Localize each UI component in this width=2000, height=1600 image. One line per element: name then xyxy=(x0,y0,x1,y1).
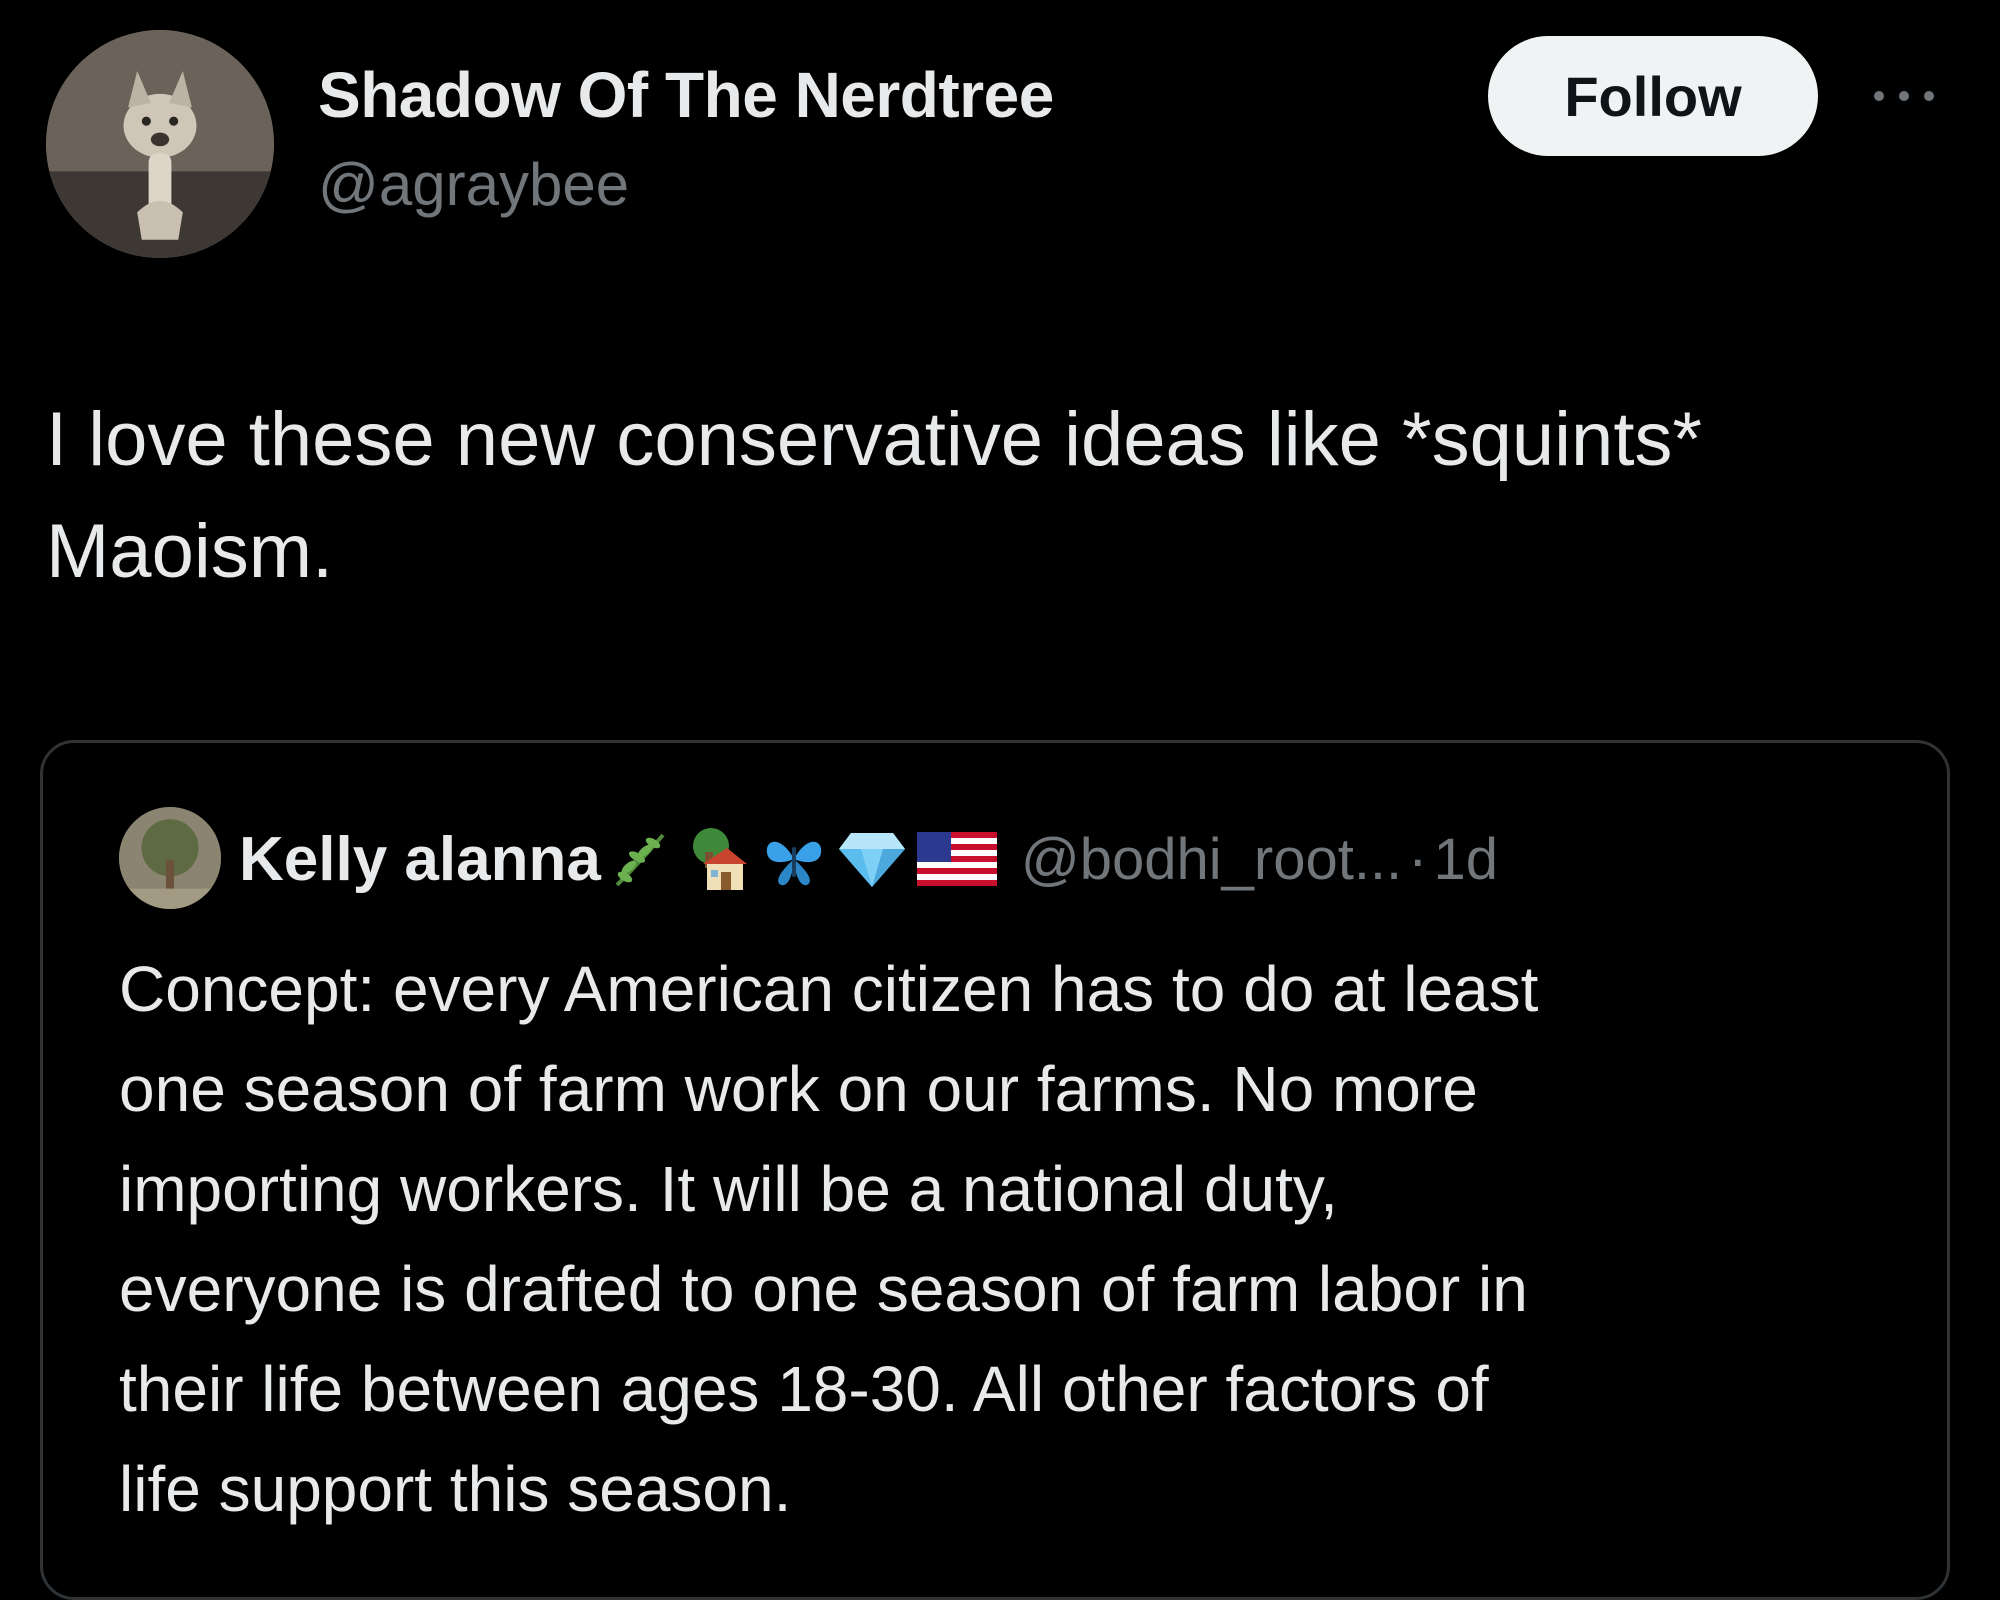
quoted-timestamp[interactable]: 1d xyxy=(1434,826,1499,893)
more-options-button[interactable] xyxy=(1864,66,1944,126)
post-text-line: I love these new conservative ideas like… xyxy=(46,397,1703,482)
quoted-avatar-icon xyxy=(119,807,221,909)
quoted-text-line: life support this season. xyxy=(119,1453,792,1525)
quoted-author-handle[interactable]: @bodhi_root... xyxy=(1021,826,1402,893)
more-dots-icon xyxy=(1874,91,1934,101)
butterfly-icon xyxy=(766,841,821,886)
author-display-name[interactable]: Shadow Of The Nerdtree xyxy=(318,58,1054,132)
quoted-author-emojis xyxy=(607,824,997,894)
us-flag-icon xyxy=(916,832,997,886)
quoted-author-display-name[interactable]: Kelly alanna xyxy=(239,824,601,895)
quoted-text-line: their life between ages 18-30. All other… xyxy=(119,1353,1489,1425)
author-avatar[interactable] xyxy=(46,30,274,258)
fox-avatar-icon xyxy=(46,30,274,258)
quoted-post-card[interactable]: Kelly alanna @bodhi_root... · 1d Concept… xyxy=(40,740,1950,1600)
house-icon xyxy=(692,828,747,890)
quoted-separator: · xyxy=(1408,826,1428,892)
quoted-text-line: importing workers. It will be a national… xyxy=(119,1153,1338,1225)
herb-icon xyxy=(615,833,665,887)
post-text-line: Maoism. xyxy=(46,509,334,594)
quoted-post-text: Concept: every American citizen has to d… xyxy=(119,939,1909,1539)
quoted-text-line: everyone is drafted to one season of far… xyxy=(119,1253,1528,1325)
diamond-icon xyxy=(838,833,905,887)
quoted-author-avatar[interactable] xyxy=(119,807,221,909)
quoted-header: Kelly alanna @bodhi_root... · 1d xyxy=(239,819,1498,899)
quoted-text-line: Concept: every American citizen has to d… xyxy=(119,953,1539,1025)
author-handle[interactable]: @agraybee xyxy=(318,150,629,219)
follow-button[interactable]: Follow xyxy=(1488,36,1818,156)
post: Shadow Of The Nerdtree @agraybee Follow … xyxy=(0,0,2000,1600)
post-text: I love these new conservative ideas like… xyxy=(46,384,1966,608)
quoted-text-line: one season of farm work on our farms. No… xyxy=(119,1053,1478,1125)
